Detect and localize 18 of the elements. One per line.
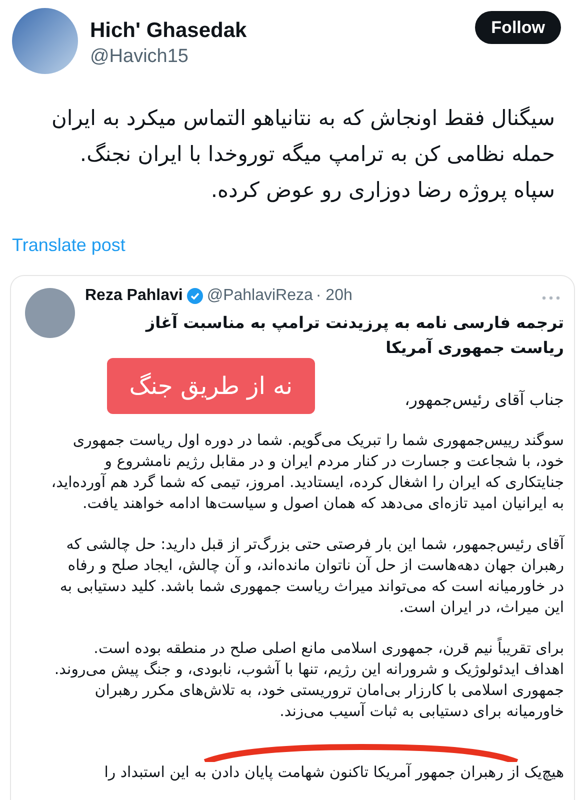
- post-text-line: سپاه پروژه رضا دوزاری رو عوض کرده.: [210, 177, 555, 204]
- highlight-label: نه از طریق جنگ: [107, 358, 315, 414]
- author-name: Hich' Ghasedak: [90, 18, 247, 44]
- letter-salutation: جناب آقای رئیس‌جمهور،: [404, 389, 564, 411]
- post-text-line: سیگنال فقط اونجاش که به نتانیاهو التماس میکرد به ایران: [50, 105, 555, 132]
- quoted-author-name: Reza Pahlavi: [85, 286, 183, 306]
- post-text-line: حمله نظامی کن به ترامپ میگه توروخدا با ایران نجنگ.: [78, 141, 555, 168]
- letter-paragraph: هیچ‌یک از رهبران جمهور آمریکا تاکنون شهامت پایان دادن به این استبداد را: [103, 762, 564, 783]
- letter-paragraph: برای تقریباً نیم قرن، جمهوری اسلامی مانع اصلی صلح در منطقه بوده است. اهداف ایدئولوژیک و شرورانه این رژیم، تنها با آشوب، نابودی، و جنگ پیش می‌روند. جمهوری اسلامی با کارزار بی‌امان تروریستی خود، به تلاش‌های مکرر رهبران خاورمیانه برای دستیابی به ثبات آسیب می‌زند.: [53, 638, 564, 722]
- post-time: · 20h: [316, 286, 352, 306]
- follow-button[interactable]: Follow: [475, 11, 561, 44]
- quoted-author-handle: @PahlaviReza: [206, 286, 313, 306]
- letter-title: ترجمه فارسی نامه به پرزیدنت ترامپ به مناسبت آغاز ریاست جمهوری آمریکا: [144, 312, 564, 359]
- author-handle: @Havich15: [90, 45, 190, 69]
- letter-paragraph: سوگند رییس‌جمهوری شما را تبریک می‌گویم. شما در دوره اول ریاست جمهوری خود، با شجاعت و جسارت در کنار مردم ایران و در مقابل رژیم نامشروع و جنایتکاری که ایران را اشغال کرده، ایستادید. امروز، تیمی که شما گرد هم آورده‌اید، به ایرانیان امید تازه‌ای می‌دهد که همان اصول و سیاست‌ها ادامه خواهند یافت.: [51, 430, 564, 514]
- more-options-icon[interactable]: [542, 296, 560, 300]
- letter-paragraph: آقای رئیس‌جمهور، شما این بار فرصتی حتی بزرگ‌تر از قبل دارید: حل چالشی که رهبران جهان دهه‌هاست از حل آن ناتوان مانده‌اند، و آن چالش، ایجاد صلح و رفاه در خاورمیانه است که می‌تواند میراث ریاست جمهوری شما باشد. کلید دستیابی به این میراث، در ایران است.: [58, 534, 564, 618]
- avatar-placeholder: [25, 288, 75, 338]
